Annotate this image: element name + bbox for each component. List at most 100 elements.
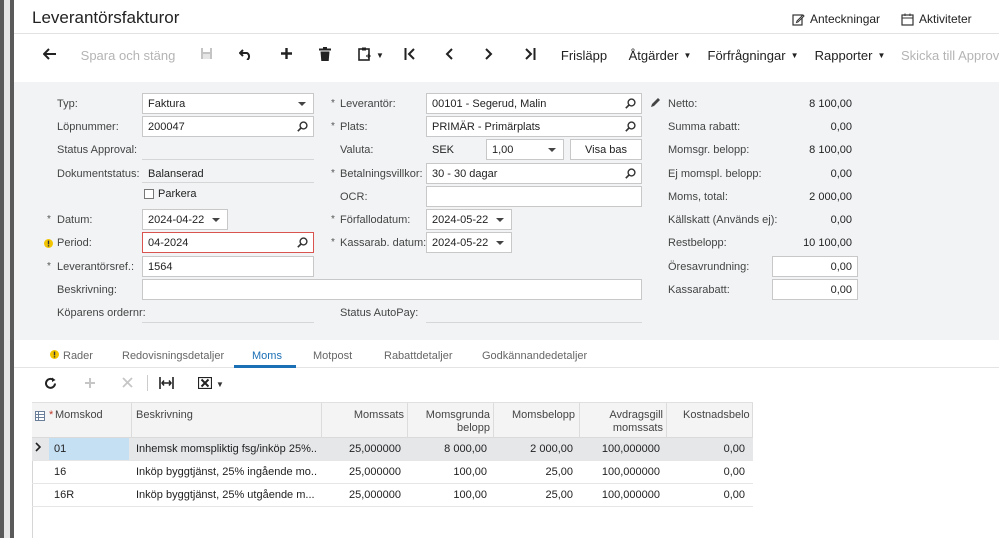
- withholding-value: 0,00: [830, 214, 852, 226]
- cell-description[interactable]: Inköp byggtjänst, 25% utgående m...: [136, 489, 318, 501]
- refresh-button[interactable]: [44, 377, 57, 393]
- tab-lines[interactable]: Rader: [50, 350, 93, 362]
- cell-rate[interactable]: 25,000000: [324, 489, 401, 501]
- close-icon: [122, 377, 133, 391]
- cell-deductible[interactable]: 100,000000: [581, 489, 660, 501]
- cell-rate[interactable]: 25,000000: [324, 443, 401, 455]
- cell-tax-id[interactable]: 01: [54, 443, 66, 455]
- col-deductible[interactable]: Avdragsgill momssats: [581, 409, 663, 435]
- main-toolbar: Spara och stäng ▼ Frisläpp Åtgärder ▼ Fö…: [14, 40, 999, 70]
- ocr-input[interactable]: [426, 186, 642, 207]
- description-input[interactable]: [142, 279, 642, 300]
- vendor-ref-input[interactable]: 1564: [142, 256, 314, 277]
- vendor-input[interactable]: 00101 - Segerud, Malin: [426, 93, 642, 114]
- first-record-button[interactable]: [400, 40, 420, 70]
- delete-row-button[interactable]: [122, 377, 133, 391]
- col-description[interactable]: Beskrivning: [136, 409, 193, 422]
- col-rate[interactable]: Momssats: [324, 409, 404, 422]
- search-icon[interactable]: [625, 168, 636, 182]
- ref-number-input[interactable]: 200047: [142, 116, 314, 137]
- delete-button[interactable]: [315, 40, 335, 70]
- search-icon[interactable]: [297, 237, 308, 251]
- due-date-picker[interactable]: 2024-05-22: [426, 209, 512, 230]
- cell-tax-amount[interactable]: 25,00: [496, 489, 573, 501]
- left-scrollbar[interactable]: [0, 0, 14, 538]
- edit-icon[interactable]: [650, 97, 661, 111]
- back-button[interactable]: [40, 40, 60, 70]
- cash-discount-input[interactable]: 0,00: [772, 279, 858, 300]
- cell-deductible[interactable]: 100,000000: [581, 466, 660, 478]
- location-value: PRIMÄR - Primärplats: [432, 120, 541, 133]
- col-expense[interactable]: Kostnadsbelo: [683, 409, 753, 422]
- tab-discount-details[interactable]: Rabattdetaljer: [384, 350, 453, 362]
- chevron-right-icon: [485, 47, 493, 63]
- notes-link[interactable]: Anteckningar: [792, 12, 880, 26]
- table-row[interactable]: 16R Inköp byggtjänst, 25% utgående m... …: [32, 484, 753, 507]
- cell-taxable[interactable]: 100,00: [410, 489, 487, 501]
- col-deductible-line1: Avdragsgill: [609, 409, 663, 421]
- row-pointer-icon: [35, 442, 41, 455]
- next-record-button[interactable]: [479, 40, 499, 70]
- col-tax-id[interactable]: Momskod: [55, 409, 103, 422]
- rate-select[interactable]: 1,00: [486, 139, 564, 160]
- cell-tax-amount[interactable]: 25,00: [496, 466, 573, 478]
- tab-taxes[interactable]: Moms: [252, 350, 282, 362]
- tab-approval-details[interactable]: Godkännandedetaljer: [482, 350, 587, 362]
- cell-tax-id[interactable]: 16R: [54, 489, 74, 501]
- cash-disc-date-picker[interactable]: 2024-05-22: [426, 232, 512, 253]
- period-input[interactable]: 04-2024: [142, 232, 314, 253]
- copy-paste-menu[interactable]: ▼: [354, 40, 388, 70]
- type-select[interactable]: Faktura: [142, 93, 314, 114]
- hold-label: Parkera: [158, 188, 197, 200]
- location-input[interactable]: PRIMÄR - Primärplats: [426, 116, 642, 137]
- cell-description[interactable]: Inköp byggtjänst, 25% ingående mo...: [136, 466, 318, 478]
- currency-label: Valuta:: [340, 144, 374, 156]
- export-menu[interactable]: ▼: [197, 376, 224, 392]
- table-row[interactable]: 01 Inhemsk momspliktig fsg/inköp 25%... …: [32, 438, 753, 461]
- view-base-button[interactable]: Visa bas: [570, 139, 642, 160]
- grid-settings-icon[interactable]: [35, 411, 45, 424]
- tab-financial-details[interactable]: Redovisningsdetaljer: [122, 350, 224, 362]
- actions-menu[interactable]: Åtgärder ▼: [626, 40, 694, 70]
- add-button[interactable]: [276, 40, 296, 70]
- inquiries-label: Förfrågningar: [707, 47, 786, 63]
- col-taxable[interactable]: Momsgrunda belopp: [410, 409, 490, 435]
- net-label: Netto:: [668, 98, 698, 110]
- cell-tax-id[interactable]: 16: [54, 466, 66, 478]
- required-marker: *: [331, 98, 335, 109]
- cell-description[interactable]: Inhemsk momspliktig fsg/inköp 25%...: [136, 443, 318, 455]
- add-row-button[interactable]: [84, 377, 96, 392]
- send-approval-button[interactable]: Skicka till Approv: [901, 40, 999, 70]
- tab-counterpost[interactable]: Motpost: [313, 350, 352, 362]
- search-icon[interactable]: [625, 98, 636, 112]
- vendor-ref-value: 1564: [148, 260, 173, 273]
- hold-checkbox[interactable]: [144, 189, 154, 199]
- cell-tax-amount[interactable]: 2 000,00: [496, 443, 573, 455]
- activities-link[interactable]: Aktiviteter: [901, 12, 972, 26]
- save-button[interactable]: [196, 40, 216, 70]
- col-divider: [579, 403, 580, 439]
- cell-expense[interactable]: 0,00: [669, 443, 745, 455]
- search-icon[interactable]: [297, 121, 308, 135]
- col-tax-amount[interactable]: Momsbelopp: [495, 409, 575, 422]
- period-value: 04-2024: [148, 236, 189, 249]
- previous-record-button[interactable]: [439, 40, 459, 70]
- undo-button[interactable]: [236, 40, 256, 70]
- last-record-button[interactable]: [520, 40, 540, 70]
- cell-taxable[interactable]: 8 000,00: [410, 443, 487, 455]
- cell-rate[interactable]: 25,000000: [324, 466, 401, 478]
- cell-taxable[interactable]: 100,00: [410, 466, 487, 478]
- table-row[interactable]: 16 Inköp byggtjänst, 25% ingående mo... …: [32, 461, 753, 484]
- terms-input[interactable]: 30 - 30 dagar: [426, 163, 642, 184]
- inquiries-menu[interactable]: Förfrågningar ▼: [707, 40, 799, 70]
- fit-columns-button[interactable]: [159, 377, 174, 392]
- cell-expense[interactable]: 0,00: [669, 489, 745, 501]
- cell-deductible[interactable]: 100,000000: [581, 443, 660, 455]
- rounding-input[interactable]: 0,00: [772, 256, 858, 277]
- search-icon[interactable]: [625, 121, 636, 135]
- save-close-button[interactable]: Spara och stäng: [80, 40, 176, 70]
- reports-menu[interactable]: Rapporter ▼: [814, 40, 886, 70]
- cell-expense[interactable]: 0,00: [669, 466, 745, 478]
- date-picker[interactable]: 2024-04-22: [142, 209, 228, 230]
- release-button[interactable]: Frisläpp: [558, 40, 610, 70]
